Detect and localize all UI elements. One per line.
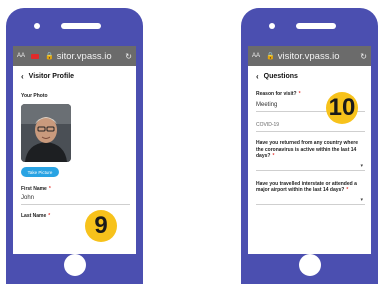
required-mark: * — [48, 213, 51, 219]
question-2-label: Have you travelled interstate or attende… — [256, 181, 365, 194]
question-2-select[interactable]: ▾ — [256, 196, 365, 205]
visitor-portrait-icon — [21, 104, 71, 162]
lock-icon: 🔒 — [45, 53, 54, 60]
text-size-button[interactable]: AA — [17, 53, 31, 59]
url-bar[interactable]: AA 🔒 sitor.vpass.io ↻ — [13, 46, 136, 66]
text-size-button[interactable]: AA — [252, 53, 266, 59]
camera-dot — [269, 23, 275, 29]
speaker-grille — [60, 23, 101, 29]
page-header: ‹ Visitor Profile — [21, 72, 130, 81]
first-name-field[interactable]: John — [21, 195, 130, 201]
first-name-underline — [21, 204, 130, 205]
visitor-photo — [21, 104, 71, 162]
page-title: Visitor Profile — [28, 73, 75, 80]
chevron-down-icon: ▾ — [360, 162, 363, 169]
required-mark: * — [346, 187, 349, 193]
section-divider — [256, 131, 365, 132]
required-mark: * — [272, 153, 275, 159]
lock-icon: 🔒 — [266, 53, 275, 60]
question-1-label: Have you returned from any country where… — [256, 140, 365, 160]
page-title: Questions — [263, 73, 298, 80]
photo-label: Your Photo — [21, 93, 48, 99]
reload-icon[interactable]: ↻ — [360, 52, 367, 61]
take-picture-button[interactable]: Take Picture — [21, 167, 59, 177]
phone-screen: AA 🔒 sitor.vpass.io ↻ ‹ Visitor Profile … — [13, 46, 136, 254]
home-button[interactable] — [63, 254, 86, 276]
url-text: sitor.vpass.io — [56, 50, 112, 62]
reload-icon[interactable]: ↻ — [125, 52, 132, 61]
back-chevron-icon[interactable]: ‹ — [21, 72, 24, 81]
phone-right: AA 🔒 visitor.vpass.io ↻ ‹ Questions Reas… — [241, 8, 378, 284]
required-mark: * — [298, 91, 301, 97]
step-badge: 9 — [85, 210, 117, 242]
first-name-label-text: First Name — [21, 186, 47, 192]
question-1-select[interactable]: ▾ — [256, 162, 365, 171]
chevron-down-icon: ▾ — [360, 196, 363, 203]
recording-indicator-icon — [31, 53, 39, 59]
back-chevron-icon[interactable]: ‹ — [256, 72, 259, 81]
camera-dot — [34, 23, 40, 29]
phone-left: AA 🔒 sitor.vpass.io ↻ ‹ Visitor Profile … — [6, 8, 143, 284]
home-button[interactable] — [298, 254, 321, 276]
speaker-grille — [295, 23, 336, 29]
required-mark: * — [48, 186, 51, 192]
phone-screen: AA 🔒 visitor.vpass.io ↻ ‹ Questions Reas… — [248, 46, 371, 254]
last-name-label-text: Last Name — [21, 213, 47, 219]
page-header: ‹ Questions — [256, 72, 365, 81]
url-bar[interactable]: AA 🔒 visitor.vpass.io ↻ — [248, 46, 371, 66]
question-2-text: Have you travelled interstate or attende… — [256, 180, 357, 194]
url-text: visitor.vpass.io — [277, 50, 340, 62]
first-name-label: First Name * — [21, 186, 130, 192]
step-badge: 10 — [326, 92, 358, 124]
reason-label-text: Reason for visit? — [256, 91, 297, 97]
covid-section-label: COVID-19 — [256, 122, 280, 128]
